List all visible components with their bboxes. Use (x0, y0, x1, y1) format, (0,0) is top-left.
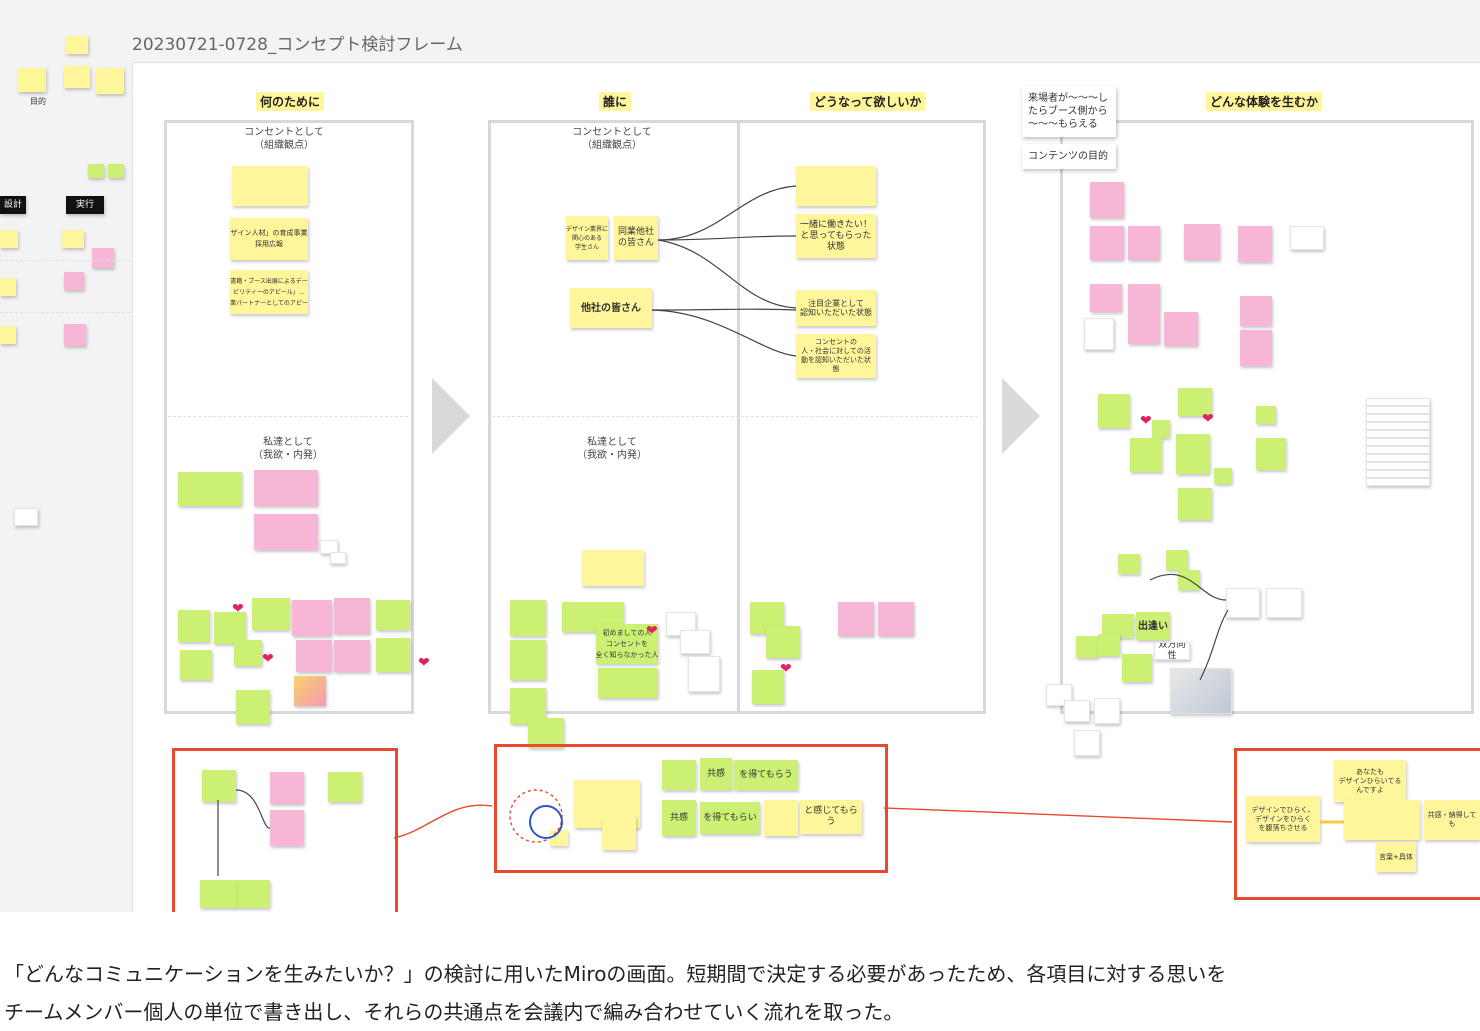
miro-board-canvas[interactable]: 目的 設計 実行 20230721-0728_コンセプト検討フレーム 何のために… (0, 0, 1480, 912)
caption-line-1: 「どんなコミュニケーションを生みたいか？」の検討に用いたMiroの画面。短期間で… (4, 962, 1227, 986)
connector-lines (217, 185, 1344, 876)
caption-line-2: チームメンバー個人の単位で書き出し、それらの共通点を会議内で編み合わせていく流れ… (4, 1000, 904, 1024)
caption: 「どんなコミュニケーションを生みたいか？」の検討に用いたMiroの画面。短期間で… (4, 955, 1476, 1031)
